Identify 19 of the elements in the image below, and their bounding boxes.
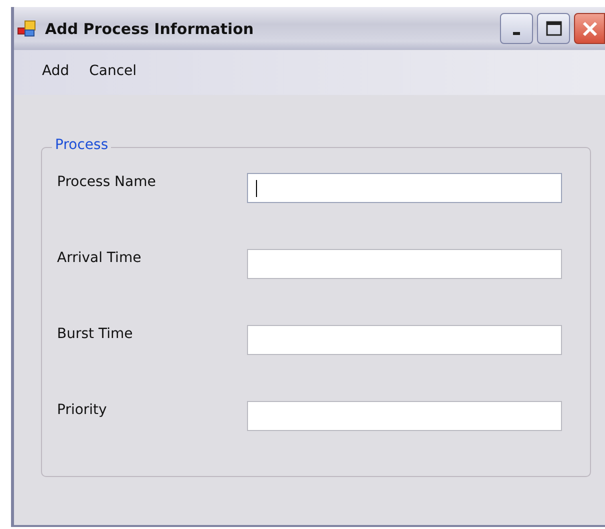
menu-item[interactable]: Cancel — [79, 59, 147, 83]
field-label: Burst Time — [57, 326, 134, 342]
input-field[interactable] — [247, 401, 562, 431]
maximize-icon — [544, 20, 562, 38]
text-cursor — [256, 180, 257, 196]
close-button[interactable] — [574, 13, 605, 44]
maximize-button[interactable] — [537, 13, 570, 44]
input-field[interactable] — [247, 325, 562, 355]
minimize-icon — [513, 32, 520, 35]
input-field[interactable] — [247, 249, 562, 279]
app-icon — [17, 18, 37, 38]
field-label: Arrival Time — [57, 250, 142, 266]
field-label: Process Name — [57, 174, 157, 190]
minimize-button[interactable] — [500, 13, 533, 44]
field-label: Priority — [57, 402, 108, 418]
menu-item[interactable]: Add — [32, 59, 80, 83]
window-title: Add Process Information — [45, 20, 255, 38]
close-icon — [582, 20, 598, 36]
input-field[interactable] — [247, 173, 562, 203]
